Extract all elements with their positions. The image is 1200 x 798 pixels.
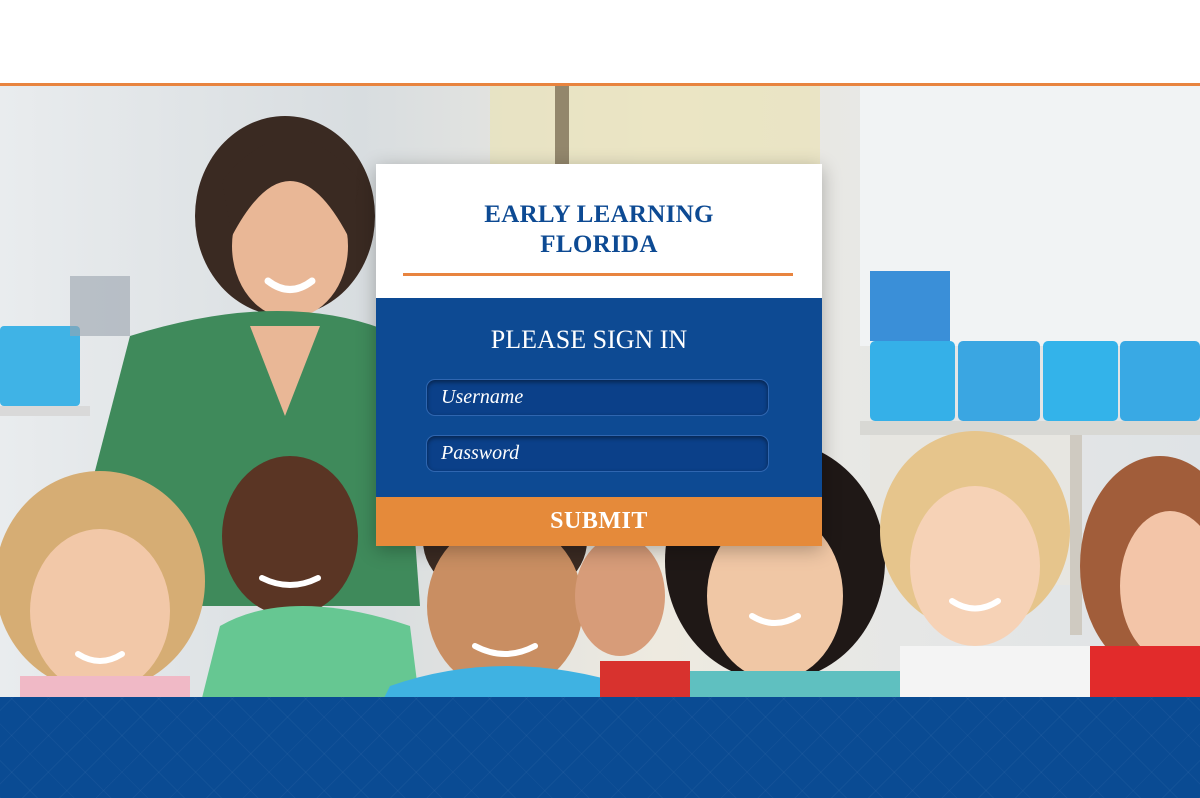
brand-title-line2: FLORIDA — [540, 231, 658, 258]
brand-title-line1: EARLY LEARNING — [484, 201, 714, 228]
footer-band — [0, 697, 1200, 798]
password-input[interactable] — [426, 435, 769, 472]
signin-panel: PLEASE SIGN IN — [376, 298, 822, 497]
brand-logo-text: EARLY LEARNING FLORIDA — [376, 200, 822, 260]
submit-button[interactable]: SUBMIT — [376, 497, 822, 546]
brand-divider — [403, 273, 793, 276]
top-header-bar — [0, 0, 1200, 84]
signin-card: EARLY LEARNING FLORIDA PLEASE SIGN IN SU… — [376, 164, 822, 546]
username-input[interactable] — [426, 379, 769, 416]
card-header: EARLY LEARNING FLORIDA — [376, 164, 822, 298]
signin-heading: PLEASE SIGN IN — [490, 325, 688, 354]
